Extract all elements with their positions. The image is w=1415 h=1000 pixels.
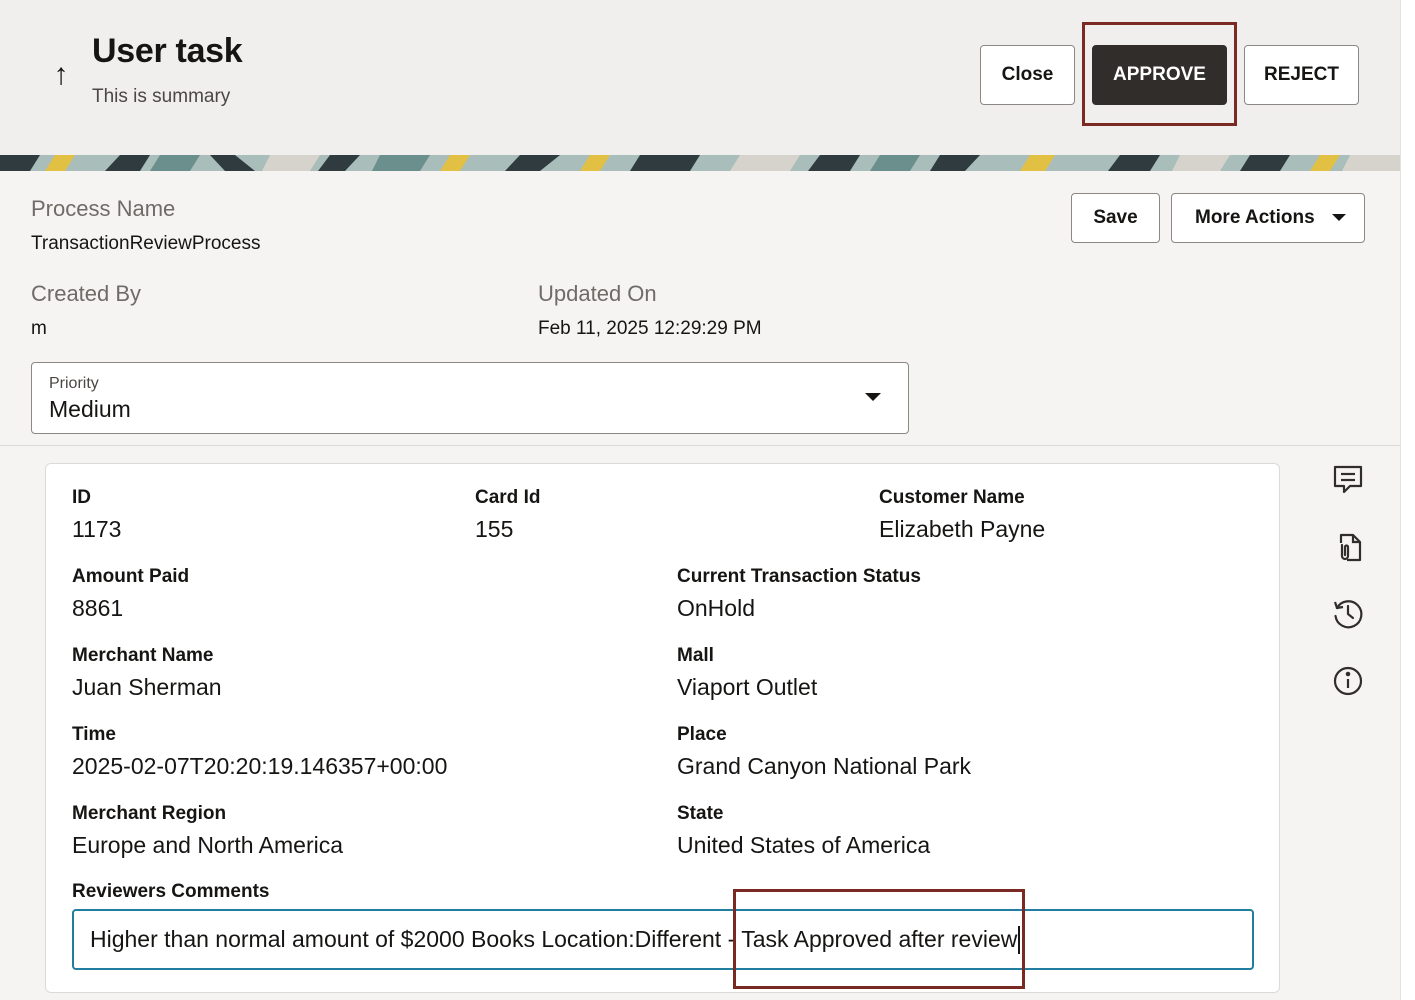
chevron-down-icon [865, 393, 881, 401]
id-value: 1173 [72, 516, 122, 542]
reject-button[interactable]: REJECT [1244, 45, 1359, 105]
task-header: ↑ User task This is summary Close APPROV… [0, 0, 1400, 155]
page-title: User task [92, 32, 243, 70]
customer-name-value: Elizabeth Payne [879, 516, 1046, 542]
current-status-value: OnHold [677, 595, 755, 621]
card-id-value: 155 [475, 516, 514, 542]
info-icon[interactable] [1330, 663, 1366, 699]
place-label: Place [677, 724, 727, 745]
time-value: 2025-02-07T20:20:19.146357+00:00 [72, 753, 448, 779]
close-button[interactable]: Close [980, 45, 1075, 105]
reviewers-comments-input[interactable]: Higher than normal amount of $2000 Books… [72, 909, 1254, 970]
banner-pattern [0, 155, 1400, 171]
id-label: ID [72, 487, 91, 508]
amount-paid-value: 8861 [72, 595, 124, 621]
merchant-name-label: Merchant Name [72, 645, 214, 666]
mall-value: Viaport Outlet [677, 674, 818, 700]
text-cursor [1018, 925, 1021, 954]
chevron-down-icon [1332, 214, 1346, 221]
save-button[interactable]: Save [1071, 193, 1160, 243]
more-actions-button[interactable]: More Actions [1171, 193, 1365, 243]
card-id-label: Card Id [475, 487, 541, 508]
comments-icon[interactable] [1330, 462, 1366, 498]
customer-name-label: Customer Name [879, 487, 1025, 508]
created-by-value: m [31, 318, 47, 339]
vertical-scrollbar[interactable] [1400, 0, 1415, 1000]
place-value: Grand Canyon National Park [677, 753, 972, 779]
transaction-form: ID 1173 Card Id 155 Customer Name Elizab… [45, 463, 1280, 993]
created-by-label: Created By [31, 281, 142, 306]
updated-on-value: Feb 11, 2025 12:29:29 PM [538, 318, 762, 339]
process-name-label: Process Name [31, 196, 176, 221]
attachment-icon[interactable] [1330, 529, 1366, 565]
merchant-region-value: Europe and North America [72, 832, 344, 858]
reviewers-comments-text: Higher than normal amount of $2000 Books… [90, 926, 1018, 952]
merchant-region-label: Merchant Region [72, 803, 227, 824]
mall-label: Mall [677, 645, 714, 666]
approve-button[interactable]: APPROVE [1092, 45, 1227, 105]
decorative-banner [0, 155, 1400, 171]
page: ↑ User task This is summary Close APPROV… [0, 0, 1400, 1000]
task-details: Process Name TransactionReviewProcess Cr… [0, 171, 1400, 446]
state-label: State [677, 803, 724, 824]
priority-value: Medium [49, 396, 131, 422]
arrow-up-icon[interactable]: ↑ [44, 55, 78, 95]
merchant-name-value: Juan Sherman [72, 674, 222, 700]
time-label: Time [72, 724, 117, 745]
history-icon[interactable] [1330, 596, 1366, 632]
more-actions-label: More Actions [1195, 207, 1315, 228]
process-name-value: TransactionReviewProcess [31, 233, 261, 254]
task-content: ID 1173 Card Id 155 Customer Name Elizab… [0, 446, 1400, 1000]
current-status-label: Current Transaction Status [677, 566, 921, 587]
amount-paid-label: Amount Paid [72, 566, 190, 587]
page-subtitle: This is summary [92, 86, 231, 107]
priority-select[interactable]: Priority Medium [31, 362, 909, 434]
updated-on-label: Updated On [538, 281, 657, 306]
reviewers-comments-label: Reviewers Comments [72, 881, 270, 902]
state-value: United States of America [677, 832, 931, 858]
priority-label: Priority [49, 375, 99, 392]
